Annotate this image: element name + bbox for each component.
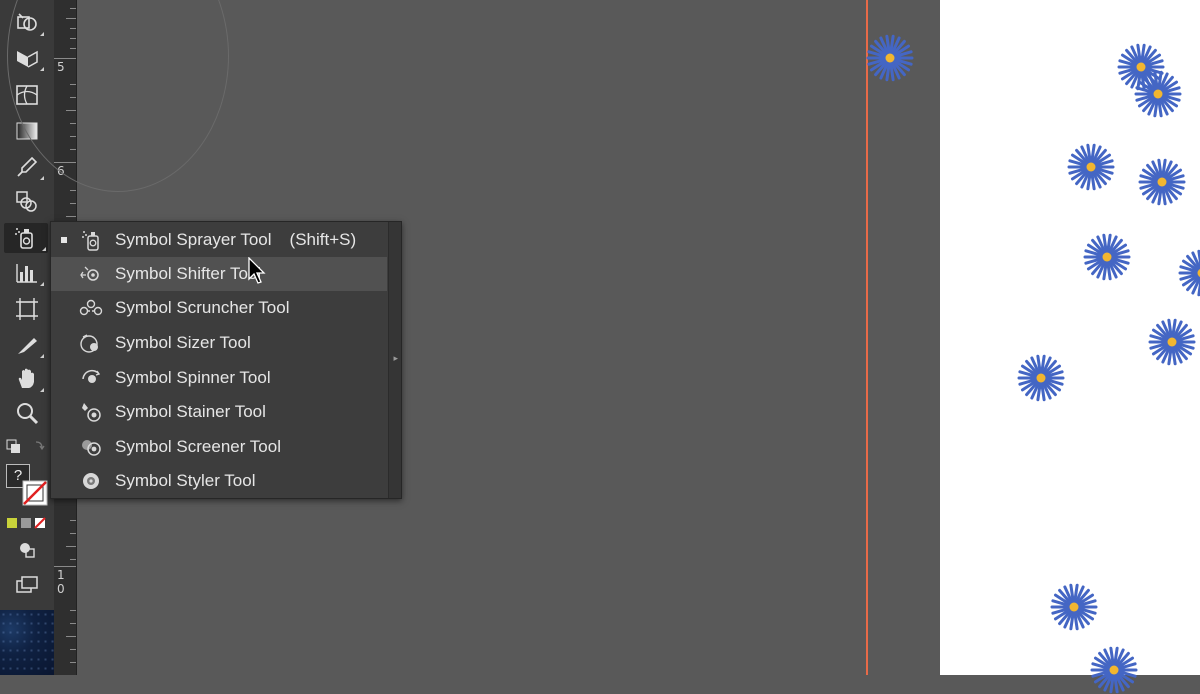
flower-symbol	[1083, 233, 1131, 281]
eyedropper-icon	[14, 154, 40, 180]
swap-fill-stroke[interactable]	[6, 438, 46, 456]
symbol-sprayer-tool[interactable]	[4, 223, 48, 253]
menu-item-label: Symbol Sizer Tool	[115, 333, 251, 353]
flower-symbol	[1148, 318, 1196, 366]
symbol-sizer-icon	[79, 331, 103, 355]
ruler-label: 0	[57, 582, 65, 596]
menu-item-symbol-shifter[interactable]: Symbol Shifter Tool	[51, 257, 387, 291]
menu-item-label: Symbol Shifter Tool	[115, 264, 261, 284]
menu-item-symbol-screener[interactable]: Symbol Screener Tool	[51, 430, 387, 464]
symbol-sprayer-icon	[79, 228, 103, 252]
column-graph-tool[interactable]	[8, 258, 46, 288]
artboard-icon	[14, 296, 40, 322]
menu-item-label: Symbol Stainer Tool	[115, 402, 266, 422]
symbol-screener-icon	[79, 435, 103, 459]
flower-symbol	[1138, 158, 1186, 206]
symbol-scruncher-icon	[79, 296, 103, 320]
zoom-icon	[14, 400, 40, 426]
color-mode-buttons[interactable]	[6, 515, 48, 529]
menu-item-symbol-scruncher[interactable]: Symbol Scruncher Tool	[51, 291, 387, 325]
desktop-background	[0, 610, 54, 675]
symbol-spinner-icon	[79, 366, 103, 390]
symbol-sprayer-icon	[13, 225, 39, 251]
color-gradient-none-icon	[6, 516, 48, 530]
menu-item-symbol-sprayer[interactable]: Symbol Sprayer Tool (Shift+S)	[51, 223, 387, 257]
ruler-label: 1	[57, 568, 65, 582]
flower-symbol	[1017, 354, 1065, 402]
menu-item-symbol-styler[interactable]: Symbol Styler Tool	[51, 464, 387, 498]
selected-indicator	[61, 237, 67, 243]
flower-symbol	[1067, 143, 1115, 191]
draw-mode-icon	[14, 537, 40, 563]
menu-item-symbol-stainer[interactable]: Symbol Stainer Tool	[51, 395, 387, 429]
symbol-tools-flyout: ▸ Symbol Sprayer Tool (Shift+S) Symbol S…	[50, 221, 402, 499]
artboard-guide-line	[866, 0, 868, 675]
menu-item-label: Symbol Sprayer Tool	[115, 230, 272, 250]
symbol-shifter-icon	[79, 262, 103, 286]
hand-icon	[14, 366, 40, 392]
eyedropper-tool[interactable]	[8, 152, 46, 182]
artboard-tool[interactable]	[8, 294, 46, 324]
flower-symbol	[1178, 249, 1200, 297]
menu-item-label: Symbol Screener Tool	[115, 437, 281, 457]
screen-mode-icon	[14, 572, 40, 598]
menu-item-shortcut: (Shift+S)	[290, 230, 357, 250]
flower-symbol	[1090, 646, 1138, 694]
stroke-none-swatch[interactable]	[22, 480, 48, 506]
hand-tool[interactable]	[8, 364, 46, 394]
symbol-styler-icon	[79, 469, 103, 493]
drawing-mode-button[interactable]	[8, 538, 46, 562]
menu-item-symbol-sizer[interactable]: Symbol Sizer Tool	[51, 326, 387, 360]
zoom-tool[interactable]	[8, 398, 46, 428]
default-colors-icon	[6, 438, 46, 456]
tearoff-bar[interactable]: ▸	[388, 222, 401, 498]
menu-item-label: Symbol Spinner Tool	[115, 368, 271, 388]
flower-symbol	[866, 34, 914, 82]
column-graph-icon	[14, 260, 40, 286]
menu-item-symbol-spinner[interactable]: Symbol Spinner Tool	[51, 361, 387, 395]
slice-icon	[14, 332, 40, 358]
screen-mode-button[interactable]	[8, 572, 46, 598]
symbol-stainer-icon	[79, 400, 103, 424]
menu-item-label: Symbol Styler Tool	[115, 471, 255, 491]
flower-symbol	[1134, 70, 1182, 118]
mouse-cursor-icon	[247, 257, 267, 285]
blend-tool[interactable]	[8, 186, 46, 216]
blend-icon	[14, 188, 40, 214]
slice-tool[interactable]	[8, 330, 46, 360]
menu-item-label: Symbol Scruncher Tool	[115, 298, 290, 318]
fill-stroke-widget[interactable]: ?	[6, 464, 50, 508]
flower-symbol	[1050, 583, 1098, 631]
